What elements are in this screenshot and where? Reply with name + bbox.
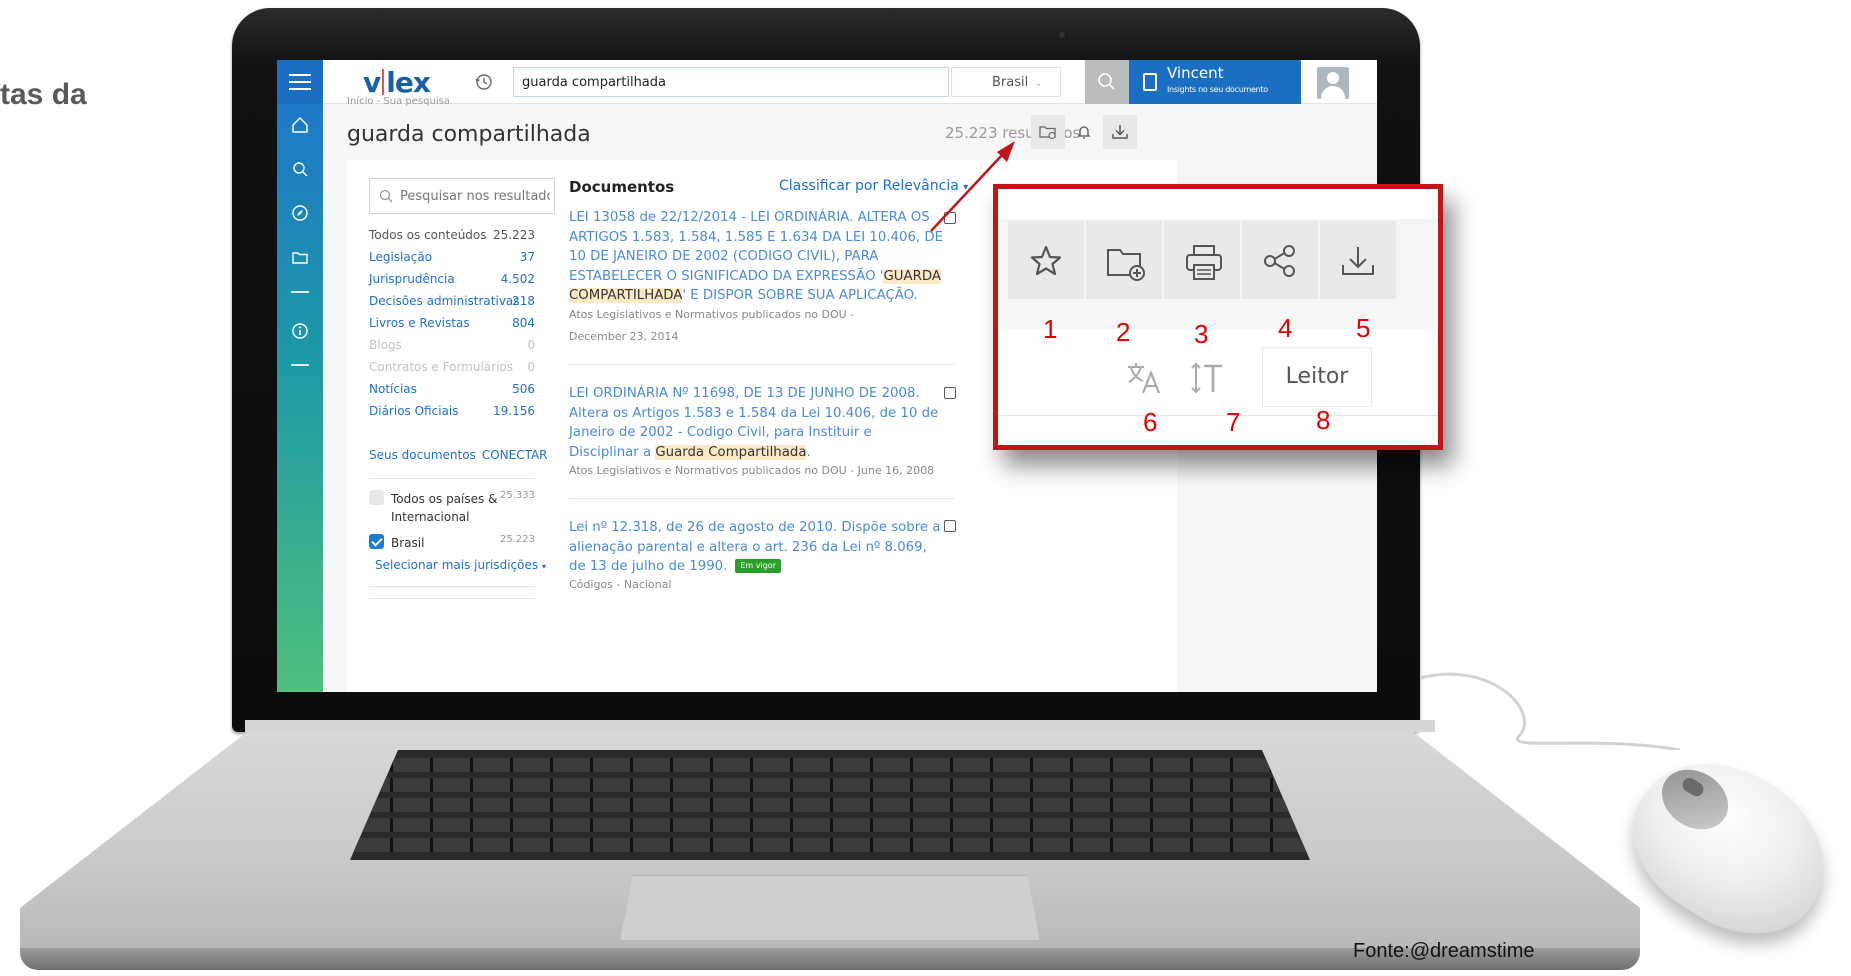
hamburger-menu-button[interactable] — [277, 60, 323, 104]
vincent-name: Vincent — [1167, 64, 1224, 82]
callout-number: 6 — [1143, 407, 1158, 437]
filter-item-legislacao[interactable]: Legislação 37 — [369, 250, 535, 264]
divider — [569, 498, 955, 499]
callout-number: 8 — [1316, 405, 1331, 435]
divider — [369, 586, 535, 587]
image-credit: Fonte:@dreamstime — [1353, 940, 1535, 962]
slide-title-fragment: tas da — [0, 78, 87, 111]
search-icon — [1098, 73, 1115, 90]
document-meta: Códigos - Nacional — [569, 578, 672, 591]
checkbox-checked[interactable] — [369, 534, 384, 549]
keyboard — [350, 750, 1310, 860]
page-title: guarda compartilhada — [347, 122, 591, 147]
history-icon[interactable] — [475, 73, 493, 91]
seus-documentos-link[interactable]: Seus documentos CONECTAR — [369, 448, 548, 462]
chevron-down-icon: ⌄ — [1034, 78, 1043, 89]
filter-item-decisoes[interactable]: Decisões administrativas 218 — [369, 294, 535, 308]
filter-item-noticias[interactable]: Notícias 506 — [369, 382, 535, 396]
callout-number: 1 — [1043, 314, 1058, 344]
sidebar-divider — [291, 364, 309, 366]
computer-mouse — [1605, 730, 1851, 964]
filter-item-all[interactable]: Todos os conteúdos 25.223 — [369, 228, 535, 242]
download-icon — [1112, 125, 1128, 139]
filter-search-box[interactable] — [369, 178, 555, 214]
document-link[interactable]: LEI 13058 de 22/12/2014 - LEI ORDINÁRIA.… — [569, 208, 945, 306]
laptop-camera — [1057, 30, 1067, 40]
search-input[interactable] — [522, 68, 942, 96]
compass-icon[interactable] — [291, 204, 309, 222]
favorite-button[interactable] — [1008, 221, 1084, 299]
trackpad — [620, 875, 1040, 941]
filter-item-livros[interactable]: Livros e Revistas 804 — [369, 316, 535, 330]
search-icon — [379, 189, 393, 203]
home-icon[interactable] — [291, 116, 309, 134]
vlex-logo[interactable]: v lex — [363, 66, 431, 99]
search-box[interactable] — [513, 67, 949, 97]
callout-number: 2 — [1116, 317, 1131, 347]
laptop-base — [20, 720, 1640, 972]
divider — [369, 598, 535, 599]
vincent-assistant-button[interactable]: Vincent Insights no seu documento — [1129, 60, 1301, 104]
alert-button[interactable] — [1067, 115, 1101, 149]
toolbar-zoom-callout: 1 2 3 4 5 Leitor 6 7 8 — [993, 184, 1443, 450]
select-more-jurisdictions[interactable]: Selecionar mais jurisdições ▾ — [375, 558, 546, 572]
mouse-cable — [1420, 672, 1681, 750]
print-icon — [1186, 245, 1222, 280]
search-icon[interactable] — [291, 160, 309, 178]
reader-mode-button[interactable]: Leitor — [1262, 347, 1372, 407]
document-meta: Atos Legislativos e Normativos publicado… — [569, 308, 855, 343]
checkbox[interactable] — [369, 490, 384, 505]
share-button[interactable] — [1242, 221, 1318, 299]
folder-add-icon — [1039, 126, 1056, 140]
search-button[interactable] — [1085, 60, 1129, 104]
callout-number: 7 — [1226, 407, 1241, 437]
translate-icon[interactable] — [1126, 361, 1162, 395]
download-icon — [1342, 247, 1374, 275]
document-link[interactable]: LEI ORDINÁRIA Nº 11698, DE 13 DE JUNHO D… — [569, 384, 945, 462]
save-to-folder-button[interactable] — [1031, 115, 1065, 149]
left-sidebar — [277, 104, 323, 692]
download-button[interactable] — [1103, 115, 1137, 149]
filter-item-diarios[interactable]: Diários Oficiais 19.156 — [369, 404, 535, 418]
document-link[interactable]: Lei nº 12.318, de 26 de agosto de 2010. … — [569, 518, 945, 577]
folder-icon[interactable] — [291, 248, 309, 266]
filter-search-input[interactable] — [400, 179, 550, 213]
share-icon — [1264, 245, 1295, 277]
callout-number: 5 — [1356, 313, 1371, 343]
download-button[interactable] — [1320, 221, 1396, 299]
vincent-subtitle: Insights no seu documento — [1167, 85, 1268, 94]
folder-add-icon — [1107, 249, 1145, 281]
filter-item-blogs: Blogs 0 — [369, 338, 535, 352]
document-icon — [1143, 73, 1157, 91]
info-icon[interactable] — [291, 322, 309, 340]
divider — [569, 364, 955, 365]
save-to-folder-button[interactable] — [1086, 221, 1162, 299]
breadcrumb[interactable]: Início - Sua pesquisa — [347, 96, 450, 107]
callout-number: 4 — [1278, 313, 1293, 343]
document-meta: Atos Legislativos e Normativos publicado… — [569, 464, 935, 477]
callout-number: 3 — [1194, 319, 1209, 349]
bell-icon — [1077, 126, 1091, 139]
filter-item-contratos: Contratos e Formulários 0 — [369, 360, 535, 374]
document-checkbox[interactable] — [944, 520, 956, 532]
divider — [369, 478, 535, 479]
sidebar-divider — [291, 291, 309, 293]
caret-down-icon: ▾ — [541, 562, 546, 571]
star-icon — [1030, 245, 1062, 276]
documents-heading: Documentos — [569, 178, 675, 196]
user-avatar[interactable] — [1317, 67, 1349, 99]
country-select[interactable]: Brasil ⌄ — [951, 67, 1061, 97]
conectar-link[interactable]: CONECTAR — [482, 448, 548, 462]
document-checkbox[interactable] — [944, 387, 956, 399]
print-button[interactable] — [1164, 221, 1240, 299]
status-badge: Em vigor — [735, 559, 781, 573]
text-size-icon[interactable] — [1190, 361, 1226, 395]
filter-item-jurisprudencia[interactable]: Jurisprudência 4.502 — [369, 272, 535, 286]
